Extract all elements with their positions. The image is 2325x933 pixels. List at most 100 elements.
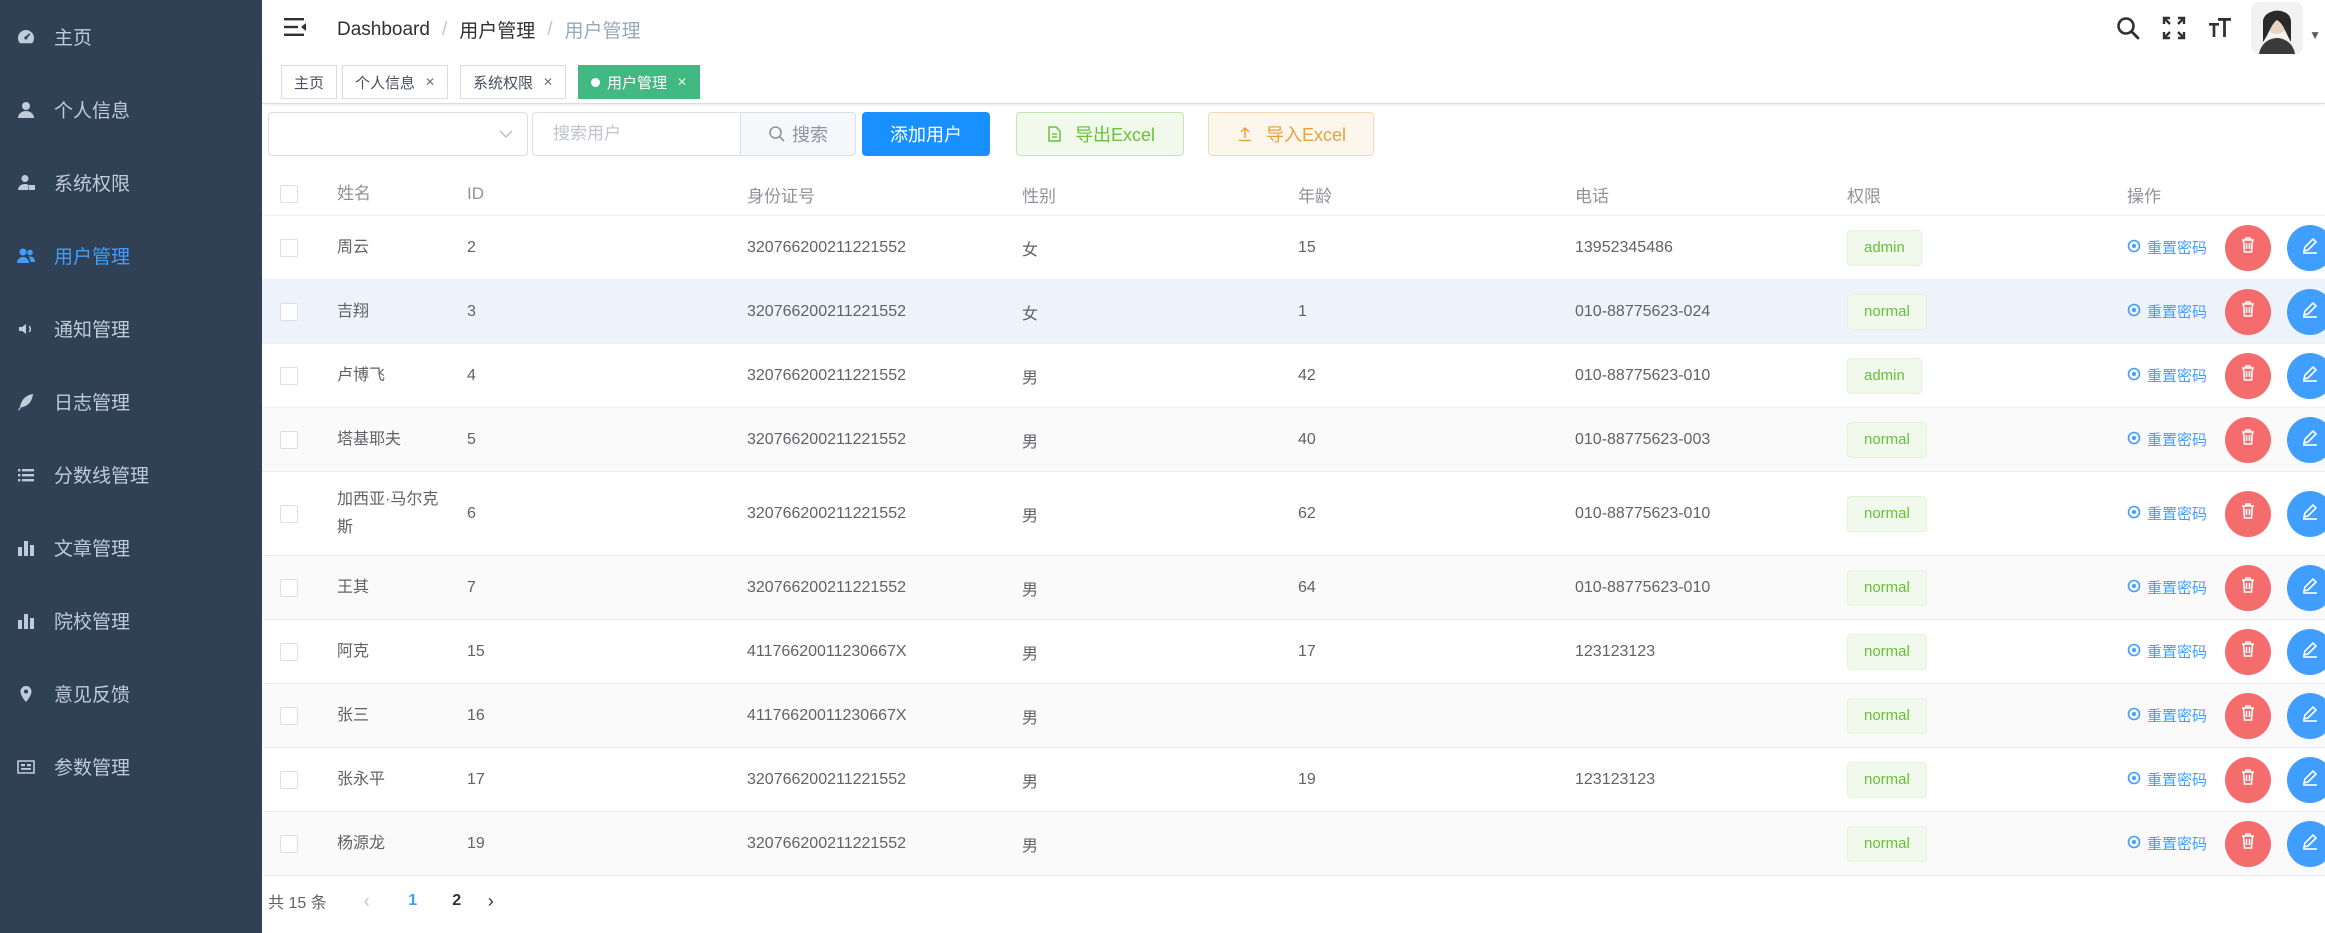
- close-icon[interactable]: ✕: [543, 75, 553, 89]
- cell-age: 40: [1298, 430, 1316, 448]
- delete-button[interactable]: [2225, 490, 2271, 537]
- table-row[interactable]: 张永平 17 320766200211221552 男 19 123123123 norma…: [262, 748, 2325, 812]
- header-name[interactable]: 姓名: [337, 172, 447, 216]
- reset-password-link[interactable]: 重置密码: [2127, 301, 2207, 322]
- delete-button[interactable]: [2225, 288, 2271, 335]
- sidebar-item-3[interactable]: 用户管理: [0, 219, 262, 292]
- sidebar-item-5[interactable]: 日志管理: [0, 365, 262, 438]
- edit-button[interactable]: [2287, 628, 2325, 675]
- table-row[interactable]: 吉翔 3 320766200211221552 女 1 010-88775623-024 n…: [262, 280, 2325, 344]
- hamburger-icon[interactable]: [282, 14, 308, 40]
- delete-button[interactable]: [2225, 416, 2271, 463]
- close-icon[interactable]: ✕: [677, 75, 687, 89]
- chevron-right-icon[interactable]: ›: [479, 891, 503, 912]
- avatar[interactable]: [2251, 2, 2304, 54]
- chevron-left-icon[interactable]: ‹: [355, 891, 379, 912]
- row-checkbox[interactable]: [280, 344, 298, 407]
- cell-id: 15: [467, 642, 485, 660]
- tag-users[interactable]: 用户管理 ✕: [578, 65, 701, 99]
- font-size-icon[interactable]: [2205, 13, 2235, 43]
- sidebar-item-4[interactable]: 通知管理: [0, 292, 262, 365]
- reset-password-link[interactable]: 重置密码: [2127, 769, 2207, 790]
- reset-password-link[interactable]: 重置密码: [2127, 365, 2207, 386]
- add-user-button[interactable]: 添加用户: [862, 112, 990, 156]
- sidebar-item-10[interactable]: 参数管理: [0, 730, 262, 803]
- search-button[interactable]: 搜索: [740, 112, 856, 156]
- caret-down-icon[interactable]: ▼: [2309, 28, 2321, 42]
- page-1[interactable]: 1: [391, 892, 435, 910]
- import-excel-button[interactable]: 导入Excel: [1208, 112, 1374, 156]
- export-excel-label: 导出Excel: [1074, 125, 1155, 145]
- search-icon[interactable]: [2113, 13, 2143, 43]
- table-row[interactable]: 杨源龙 19 320766200211221552 男 normal 重置密码: [262, 812, 2325, 876]
- table-row[interactable]: 塔基耶夫 5 320766200211221552 男 40 010-88775623-0…: [262, 408, 2325, 472]
- breadcrumb-dashboard[interactable]: Dashboard: [337, 19, 430, 41]
- reset-password-link[interactable]: 重置密码: [2127, 577, 2207, 598]
- header-phone[interactable]: 电话: [1575, 172, 1609, 216]
- tag-profile[interactable]: 个人信息 ✕: [342, 65, 449, 99]
- page-2[interactable]: 2: [435, 892, 479, 910]
- row-checkbox[interactable]: [280, 748, 298, 811]
- edit-button[interactable]: [2287, 288, 2325, 335]
- edit-button[interactable]: [2287, 490, 2325, 537]
- delete-button[interactable]: [2225, 820, 2271, 867]
- select-all-checkbox[interactable]: [280, 172, 298, 216]
- header-id[interactable]: ID: [467, 172, 484, 216]
- edit-button[interactable]: [2287, 352, 2325, 399]
- sidebar-item-0[interactable]: 主页: [0, 0, 262, 73]
- table-row[interactable]: 加西亚·马尔克斯 6 320766200211221552 男 62 010-887756…: [262, 472, 2325, 556]
- search-input[interactable]: [532, 112, 740, 156]
- close-icon[interactable]: ✕: [425, 75, 435, 89]
- sidebar-item-9[interactable]: 意见反馈: [0, 657, 262, 730]
- row-checkbox[interactable]: [280, 556, 298, 619]
- table-body: 周云 2 320766200211221552 女 15 13952345486 admin…: [262, 216, 2325, 876]
- edit-button[interactable]: [2287, 564, 2325, 611]
- breadcrumb-user-management[interactable]: 用户管理: [459, 16, 535, 43]
- delete-button[interactable]: [2225, 692, 2271, 739]
- row-checkbox[interactable]: [280, 472, 298, 555]
- reset-password-link[interactable]: 重置密码: [2127, 429, 2207, 450]
- sidebar-item-2[interactable]: 系统权限: [0, 146, 262, 219]
- reset-password-link[interactable]: 重置密码: [2127, 833, 2207, 854]
- table-row[interactable]: 张三 16 41176620011230667X 男 normal 重置密码: [262, 684, 2325, 748]
- table-row[interactable]: 阿克 15 41176620011230667X 男 17 123123123 normal…: [262, 620, 2325, 684]
- reset-password-link[interactable]: 重置密码: [2127, 503, 2207, 524]
- tag-home[interactable]: 主页: [281, 65, 338, 99]
- edit-icon: [2300, 501, 2320, 526]
- delete-button[interactable]: [2225, 756, 2271, 803]
- sidebar-item-7[interactable]: 文章管理: [0, 511, 262, 584]
- edit-button[interactable]: [2287, 224, 2325, 271]
- sidebar-item-6[interactable]: 分数线管理: [0, 438, 262, 511]
- tag-permission[interactable]: 系统权限 ✕: [460, 65, 567, 99]
- header-idcard[interactable]: 身份证号: [747, 172, 815, 216]
- sidebar-item-8[interactable]: 院校管理: [0, 584, 262, 657]
- edit-button[interactable]: [2287, 756, 2325, 803]
- gear-icon: [2127, 643, 2147, 661]
- row-checkbox[interactable]: [280, 280, 298, 343]
- table-row[interactable]: 王其 7 320766200211221552 男 64 010-88775623-010…: [262, 556, 2325, 620]
- reset-password-link[interactable]: 重置密码: [2127, 237, 2207, 258]
- row-checkbox[interactable]: [280, 684, 298, 747]
- reset-password-link[interactable]: 重置密码: [2127, 705, 2207, 726]
- table-row[interactable]: 周云 2 320766200211221552 女 15 13952345486 admin…: [262, 216, 2325, 280]
- row-checkbox[interactable]: [280, 620, 298, 683]
- delete-button[interactable]: [2225, 628, 2271, 675]
- reset-password-link[interactable]: 重置密码: [2127, 641, 2207, 662]
- table-row[interactable]: 卢博飞 4 320766200211221552 男 42 010-88775623-01…: [262, 344, 2325, 408]
- edit-button[interactable]: [2287, 416, 2325, 463]
- sidebar-item-1[interactable]: 个人信息: [0, 73, 262, 146]
- delete-button[interactable]: [2225, 564, 2271, 611]
- header-sex[interactable]: 性别: [1022, 172, 1056, 216]
- delete-button[interactable]: [2225, 352, 2271, 399]
- edit-button[interactable]: [2287, 692, 2325, 739]
- row-checkbox[interactable]: [280, 216, 298, 279]
- filter-select[interactable]: [268, 112, 528, 156]
- export-excel-button[interactable]: 导出Excel: [1016, 112, 1184, 156]
- fullscreen-icon[interactable]: [2159, 13, 2189, 43]
- header-age[interactable]: 年龄: [1298, 172, 1332, 216]
- row-checkbox[interactable]: [280, 408, 298, 471]
- delete-button[interactable]: [2225, 224, 2271, 271]
- row-checkbox[interactable]: [280, 812, 298, 875]
- edit-button[interactable]: [2287, 820, 2325, 867]
- header-role[interactable]: 权限: [1847, 172, 1881, 216]
